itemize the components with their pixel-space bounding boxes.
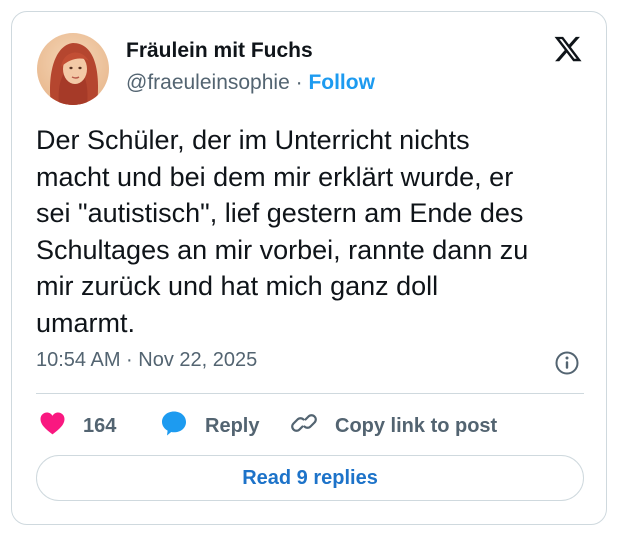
- heart-icon: [39, 411, 66, 441]
- copy-link-button[interactable]: Copy link to post: [290, 410, 497, 442]
- author-name[interactable]: Fräulein mit Fuchs: [126, 39, 313, 63]
- speech-bubble-icon: [160, 409, 188, 443]
- handle-row: @fraeuleinsophie · Follow: [126, 71, 375, 95]
- avatar-image: [37, 33, 109, 105]
- reply-button[interactable]: Reply: [160, 410, 259, 442]
- read-replies-button[interactable]: Read 9 replies: [36, 455, 584, 501]
- like-button[interactable]: 164: [39, 410, 116, 442]
- copy-link-label: Copy link to post: [335, 414, 498, 437]
- link-icon: [290, 409, 318, 443]
- divider: [36, 393, 584, 394]
- read-replies-label: Read 9 replies: [242, 466, 378, 489]
- tweet-text: Der Schüler, der im Unterricht nichts ma…: [36, 125, 529, 338]
- x-logo-icon[interactable]: [553, 34, 583, 64]
- author-handle[interactable]: @fraeuleinsophie: [126, 71, 290, 94]
- avatar[interactable]: [37, 33, 109, 105]
- tweet-timestamp[interactable]: 10:54 AM · Nov 22, 2025: [36, 349, 257, 372]
- info-icon[interactable]: [554, 350, 580, 376]
- separator-dot: ·: [295, 71, 309, 94]
- follow-button[interactable]: Follow: [308, 71, 375, 94]
- like-count: 164: [83, 414, 117, 437]
- reply-label: Reply: [205, 414, 260, 437]
- tweet-card: Fräulein mit Fuchs @fraeuleinsophie · Fo…: [11, 11, 607, 525]
